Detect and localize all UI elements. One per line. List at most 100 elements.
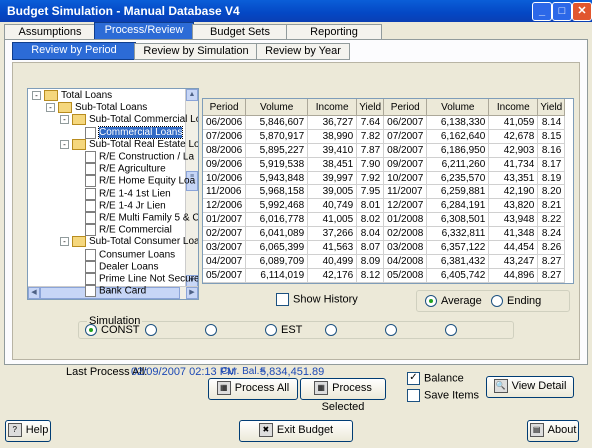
tree-item[interactable]: Dealer Loans	[74, 260, 158, 273]
table-cell: 05/2008	[383, 268, 428, 283]
radio-dot[interactable]	[85, 324, 97, 337]
simulation-radio[interactable]: CONST	[85, 324, 140, 337]
simulation-radio[interactable]	[385, 324, 401, 337]
document-icon	[85, 285, 96, 298]
column-header[interactable]: Yield	[537, 99, 566, 116]
radio-dot[interactable]	[325, 324, 337, 337]
column-header[interactable]: Period	[383, 99, 428, 116]
minimize-button[interactable]: _	[532, 2, 552, 21]
column-header[interactable]: Income	[488, 99, 539, 116]
table-row[interactable]: 12/2006 5,992,468 40,749 8.01 12/2007 6,284,1…	[203, 198, 566, 214]
expand-toggle-icon[interactable]: -	[46, 103, 55, 113]
radio-dot[interactable]	[205, 324, 217, 337]
table-row[interactable]: 07/2006 5,870,917 38,990 7.82 07/2007 6,162,6…	[203, 129, 566, 144]
close-button[interactable]: ✕	[572, 2, 592, 21]
tree-item[interactable]: R/E Home Equity Loa	[74, 175, 195, 188]
tree-item[interactable]: - Sub-Total Commercial Loa	[60, 114, 198, 126]
table-cell: 6,405,742	[426, 268, 490, 283]
expand-toggle-icon[interactable]: -	[60, 115, 69, 125]
column-header[interactable]: Income	[307, 99, 358, 116]
table-cell: 36,727	[307, 115, 358, 130]
help-button[interactable]: ? Help	[5, 420, 51, 442]
checkbox-box[interactable]: ✓	[407, 372, 420, 385]
column-header[interactable]: Yield	[356, 99, 385, 116]
column-header[interactable]: Volume	[245, 99, 309, 116]
tab-assumptions[interactable]: Assumptions	[4, 24, 96, 40]
radio-dot[interactable]	[491, 295, 503, 308]
show-history-checkbox[interactable]: Show History	[276, 293, 358, 306]
tree-item[interactable]: Consumer Loans	[74, 248, 175, 261]
balance-checkbox[interactable]: ✓ Balance	[407, 372, 464, 385]
table-row[interactable]: 02/2007 6,041,089 37,266 8.04 02/2008 6,332,8…	[203, 226, 566, 242]
table-row[interactable]: 01/2007 6,016,778 41,005 8.02 01/2008 6,308,5…	[203, 212, 566, 228]
tree-item[interactable]: Bank Card	[74, 285, 146, 298]
table-cell: 6,114,019	[245, 268, 309, 283]
tree-item[interactable]: Prime Line Not Secure	[74, 273, 198, 285]
radio-dot[interactable]	[145, 324, 157, 337]
average-radio[interactable]: Average	[425, 295, 482, 308]
tab-process-review[interactable]: Process/Review	[94, 22, 194, 40]
cur-bal-value: 5,834,451.89	[260, 366, 325, 378]
scroll-right-icon[interactable]: ▶	[186, 287, 198, 299]
table-row[interactable]: 09/2006 5,919,538 38,451 7.90 09/2007 6,211,2…	[203, 157, 566, 172]
radio-dot[interactable]	[445, 324, 457, 337]
simulation-radio[interactable]: EST	[265, 324, 302, 337]
table-cell: 8.19	[537, 171, 566, 186]
expand-toggle-icon[interactable]: -	[60, 237, 69, 247]
account-tree[interactable]: ▲ ≡ ▼ ◀ ≡ ▶ - Total Loans - Sub-Total Loans…	[27, 88, 199, 300]
simulation-radio[interactable]	[205, 324, 221, 337]
expand-toggle-icon[interactable]: -	[32, 91, 41, 100]
process-all-button[interactable]: ▦ Process All	[208, 378, 298, 400]
tree-item[interactable]: - Sub-Total Real Estate Loa	[60, 138, 198, 151]
subtab-review-by-period[interactable]: Review by Period	[12, 42, 136, 60]
table-cell: 09/2006	[203, 157, 247, 172]
about-button[interactable]: ▤ About	[527, 420, 579, 442]
period-data-grid[interactable]: Period Volume Income Yield Period Volume Incom…	[202, 98, 574, 284]
tree-item[interactable]: - Sub-Total Consumer Loar	[60, 236, 198, 248]
checkbox-box[interactable]	[276, 293, 289, 306]
table-row[interactable]: 11/2006 5,968,158 39,005 7.95 11/2007 6,259,8…	[203, 184, 566, 200]
tree-item[interactable]: - Sub-Total Loans	[46, 102, 147, 114]
table-cell: 7.82	[356, 129, 385, 144]
tab-budget-sets[interactable]: Budget Sets	[192, 24, 288, 40]
view-detail-button[interactable]: 🔍 View Detail	[486, 376, 574, 398]
simulation-radio[interactable]	[325, 324, 341, 337]
table-row[interactable]: 03/2007 6,065,399 41,563 8.07 03/2008 6,357,1…	[203, 240, 566, 255]
expand-toggle-icon[interactable]: -	[60, 139, 69, 149]
radio-dot[interactable]	[425, 295, 437, 308]
column-header[interactable]: Volume	[426, 99, 490, 116]
simulation-radio[interactable]	[145, 324, 161, 337]
ending-radio[interactable]: Ending	[491, 295, 541, 308]
tree-item[interactable]: R/E Construction / La	[74, 151, 194, 163]
column-header[interactable]: Period	[203, 99, 247, 116]
table-cell: 09/2007	[383, 157, 428, 172]
table-row[interactable]: 08/2006 5,895,227 39,410 7.87 08/2007 6,186,9…	[203, 143, 566, 158]
process-selected-button[interactable]: ▦ Process Selected	[300, 378, 386, 413]
table-row[interactable]: 06/2006 5,846,607 36,727 7.64 06/2007 6,138,3…	[203, 115, 566, 130]
maximize-button[interactable]: □	[552, 2, 572, 21]
subtab-review-by-year[interactable]: Review by Year	[256, 43, 350, 60]
table-row[interactable]: 05/2007 6,114,019 42,176 8.12 05/2008 6,405,7…	[203, 268, 566, 283]
tree-item[interactable]: R/E Commercial	[74, 224, 172, 237]
process-selected-label: Process Selected	[321, 382, 372, 413]
scroll-up-icon[interactable]: ▲	[186, 89, 198, 101]
tree-item[interactable]: R/E 1-4 1st Lien	[74, 187, 171, 200]
radio-dot[interactable]	[385, 324, 397, 337]
scroll-left-icon[interactable]: ◀	[28, 287, 40, 299]
radio-dot[interactable]	[265, 324, 277, 337]
save-items-checkbox[interactable]: Save Items	[407, 389, 479, 402]
exit-budget-button[interactable]: ✖ Exit Budget	[239, 420, 353, 442]
table-row[interactable]: 10/2006 5,943,848 39,997 7.92 10/2007 6,235,5…	[203, 171, 566, 186]
tree-item[interactable]: R/E 1-4 Jr Lien	[74, 199, 166, 212]
checkbox-box[interactable]	[407, 389, 420, 402]
table-cell: 42,903	[488, 143, 539, 158]
table-row[interactable]: 04/2007 6,089,709 40,499 8.09 04/2008 6,381,4…	[203, 254, 566, 269]
table-cell: 12/2007	[383, 198, 428, 214]
tab-reporting[interactable]: Reporting	[286, 24, 382, 40]
tree-item[interactable]: R/E Agriculture	[74, 163, 166, 176]
tree-item[interactable]: R/E Multi Family 5 & C	[74, 212, 198, 224]
simulation-radio[interactable]	[445, 324, 461, 337]
tree-item[interactable]: - Total Loans	[32, 90, 112, 102]
tree-item[interactable]: Commercial Loans	[74, 126, 184, 140]
subtab-review-by-simulation[interactable]: Review by Simulation	[134, 43, 258, 60]
